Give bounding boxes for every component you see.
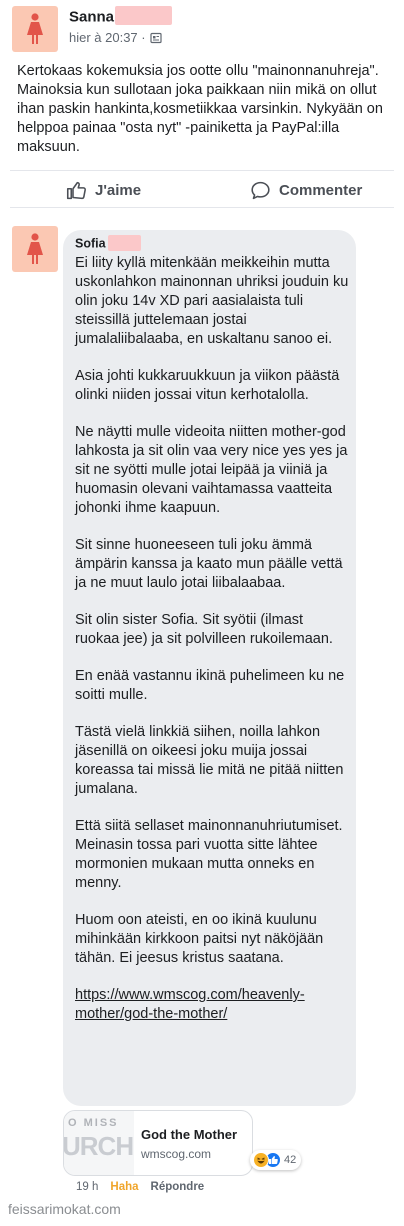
post-author-avatar[interactable] [12,6,58,52]
like-label: J'aime [95,182,142,199]
haha-reaction-icon [253,1152,269,1168]
speech-bubble-icon [251,181,270,200]
comment-button[interactable]: Commenter [250,180,362,201]
comment-paragraph: Tästä vielä linkkiä siihen, noilla lahko… [75,724,344,797]
comment-paragraph: Että siitä sellaset mainonnanuhriutumise… [75,818,343,891]
comment-footer: 19 h Haha Répondre [76,1181,204,1193]
female-person-icon [27,233,43,264]
link-card-domain: wmscog.com [141,1147,212,1161]
post-header: Sanna hier à 20:37 · [12,6,392,52]
comment-body: Ei liity kyllä mitenkään meikkeihin mutt… [75,254,351,1024]
post-action-bar: J'aime Commenter [10,170,394,208]
link-thumbnail: O MISS URCH [64,1111,134,1175]
link-card-title: God the Mother [141,1127,238,1142]
post-timestamp[interactable]: hier à 20:37 · [69,30,146,45]
redacted-surname [107,235,141,251]
comment-author-name[interactable]: Sofia [75,235,141,252]
watermark: feissarimokat.com [8,1201,121,1217]
audience-icon[interactable] [150,32,162,44]
female-person-icon [27,13,43,44]
comment-paragraph: Ei liity kyllä mitenkään meikkeihin mutt… [75,255,349,347]
comment-paragraph: En enää vastannu ikinä puhelimeen ku ne … [75,668,345,703]
thumbnail-text-big: URCH [64,1131,134,1161]
like-button[interactable]: J'aime [66,180,141,201]
haha-reaction-button[interactable]: Haha [110,1181,138,1193]
thumbs-up-icon [66,181,86,200]
comment-paragraph: Ne näytti mulle videoita niitten mother-… [75,424,348,516]
comment-timestamp[interactable]: 19 h [76,1181,98,1193]
post-meta: hier à 20:37 · [69,30,162,45]
post-text: Kertokaas kokemuksia jos ootte ollu "mai… [17,63,383,155]
reply-button[interactable]: Répondre [151,1181,205,1193]
comment-author-avatar[interactable] [12,226,58,272]
redacted-surname [115,6,173,25]
comment-label: Commenter [279,182,363,199]
comment-paragraph: Huom oon ateisti, en oo ikinä kuulunu mi… [75,912,324,966]
comment-paragraph: Sit olin sister Sofia. Sit syötii (ilmas… [75,612,333,647]
reaction-count: 42 [284,1154,297,1166]
comment-paragraph: Asia johti kukkaruukkuun ja viikon pääst… [75,368,340,403]
thumbnail-text-top: O MISS [68,1117,119,1129]
comment-paragraph: Sit sinne huoneeseen tuli joku ämmä ämpä… [75,537,343,591]
comment-link[interactable]: https://www.wmscog.com/heavenly-mother/g… [75,986,351,1024]
link-preview-card[interactable]: O MISS URCH God the Mother wmscog.com [63,1110,253,1176]
post-author-name[interactable]: Sanna [69,6,173,27]
reaction-summary[interactable]: 42 [250,1150,302,1170]
